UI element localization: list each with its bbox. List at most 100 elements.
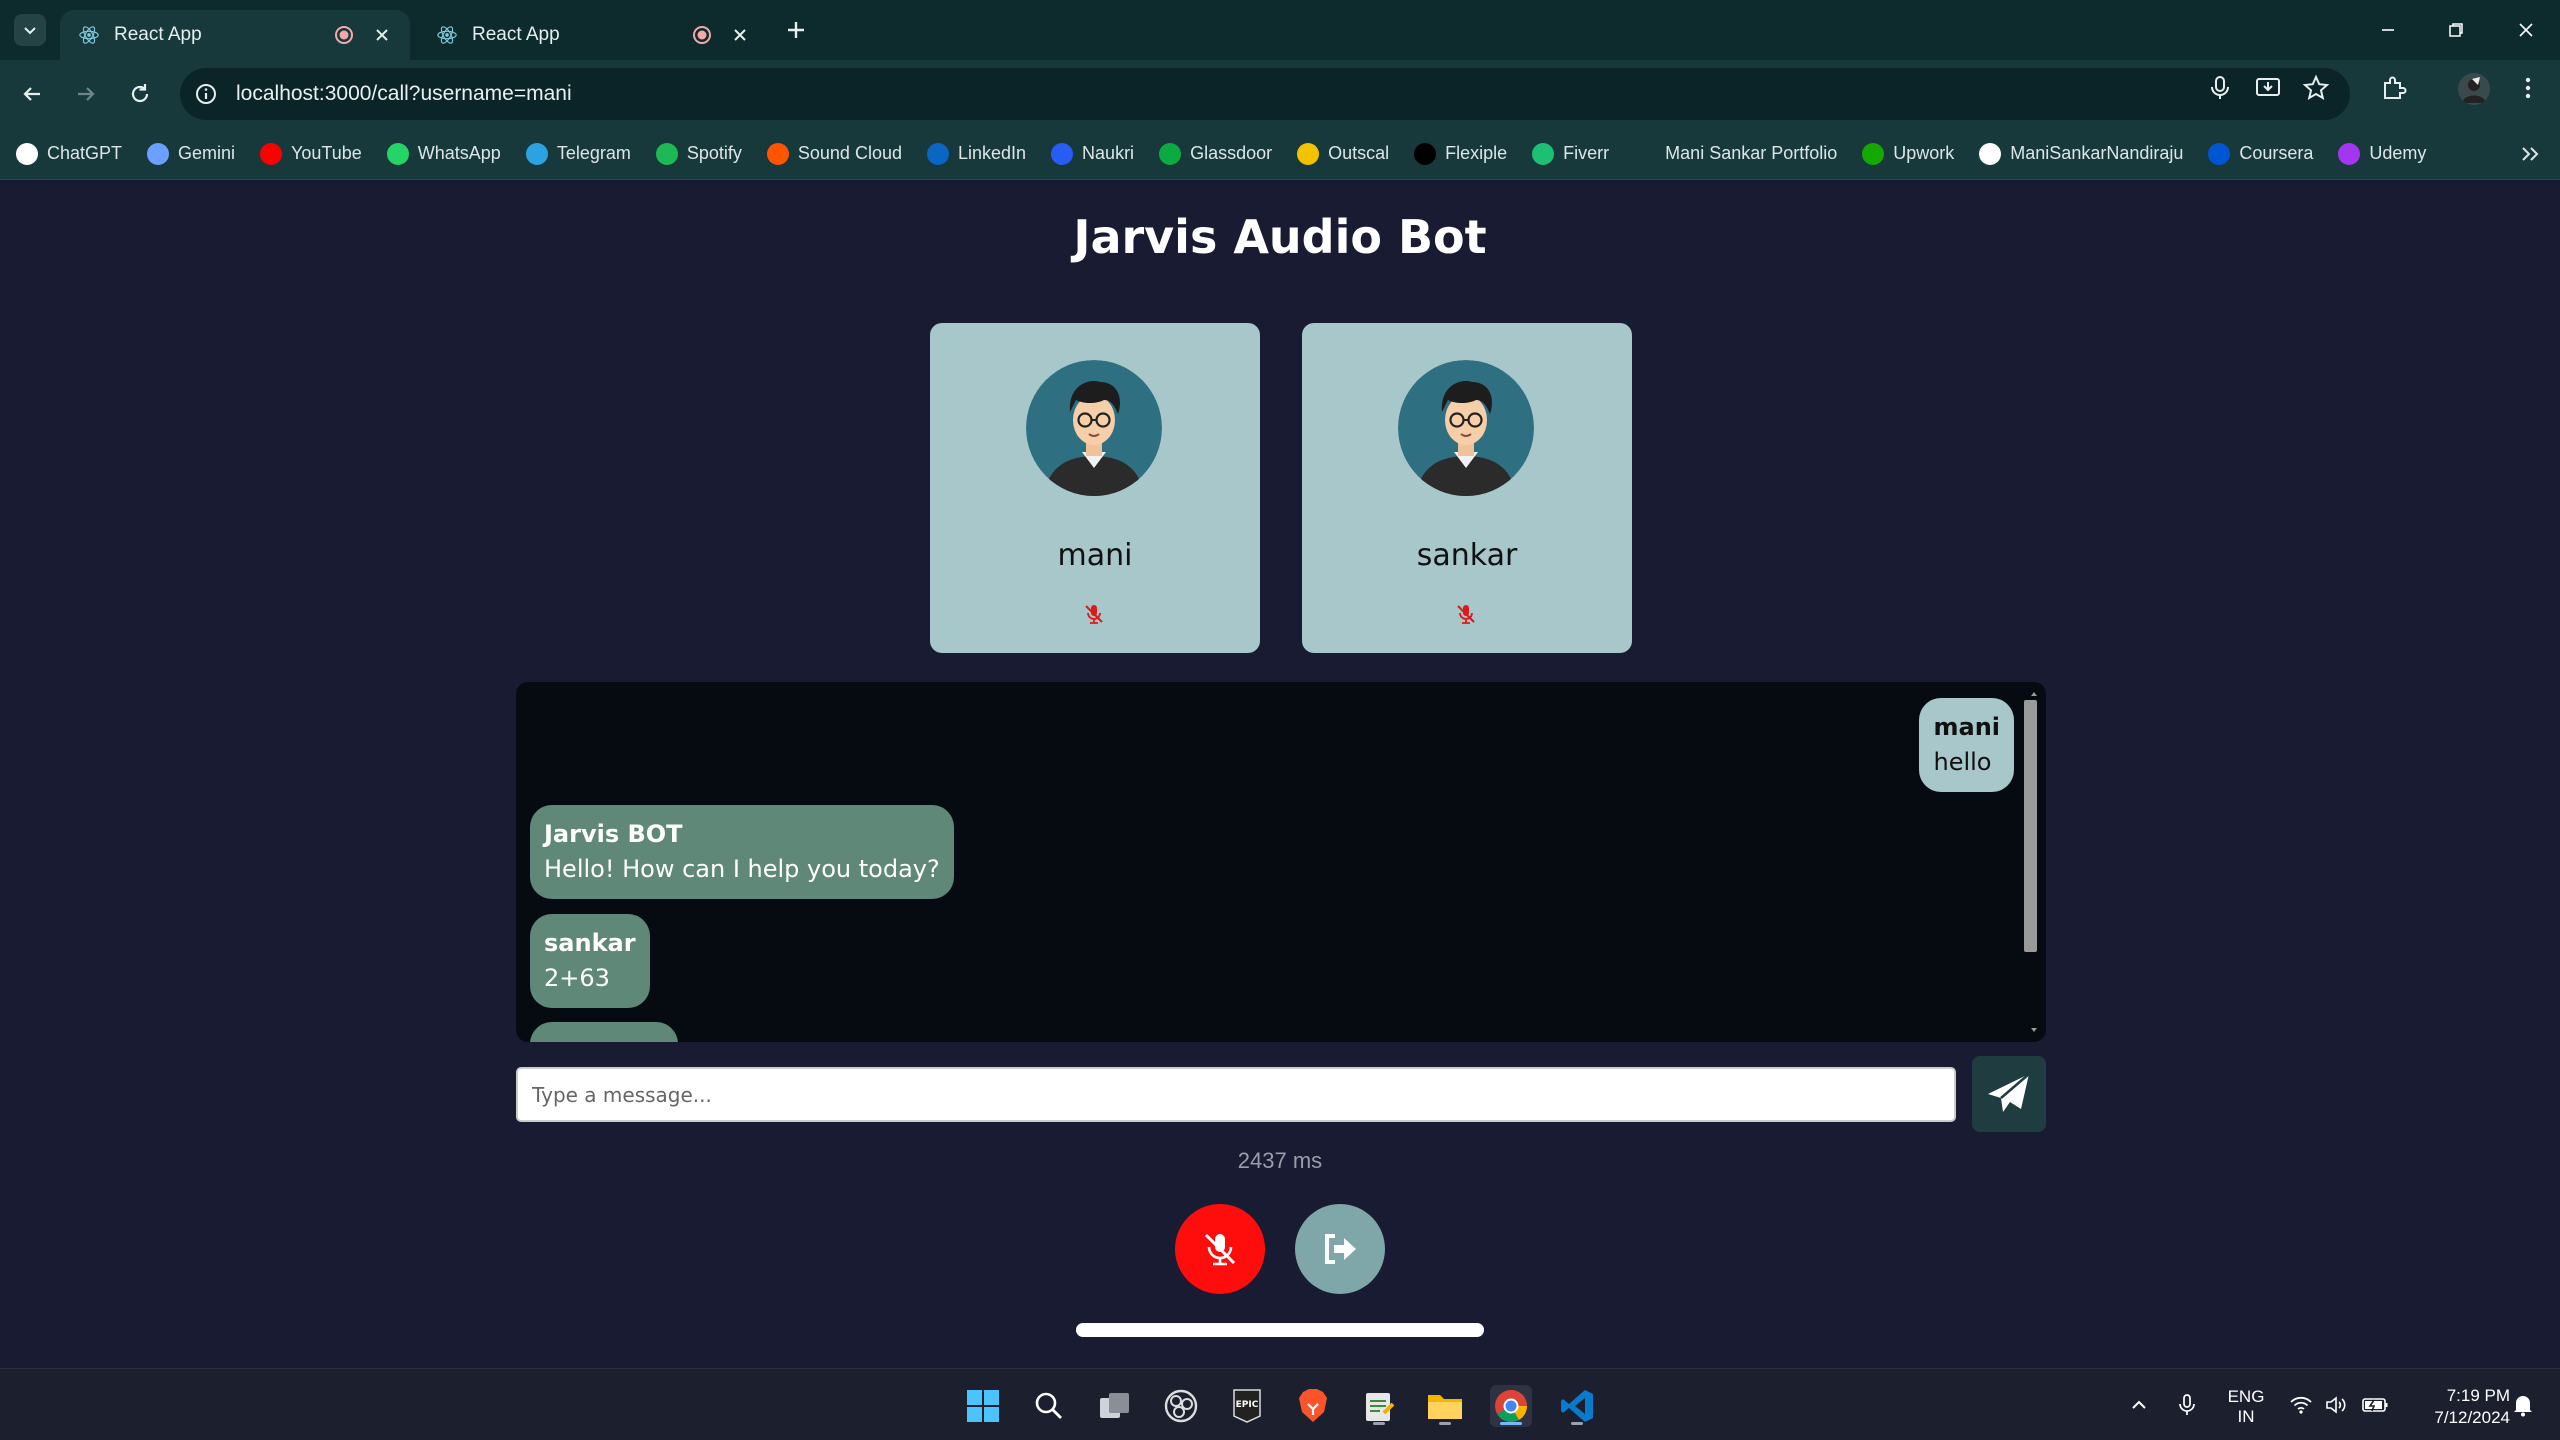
coursera-icon (2208, 142, 2231, 165)
kebab-menu-icon[interactable] (2514, 74, 2542, 102)
address-bar[interactable]: localhost:3000/call?username=mani (180, 68, 2350, 120)
tray-volume[interactable] (2322, 1369, 2352, 1440)
bookmark-label: Outscal (1328, 143, 1390, 163)
taskbar-search-button[interactable] (1028, 1385, 1070, 1427)
search-icon (1035, 1392, 1062, 1419)
bookmark-label: Sound Cloud (797, 143, 902, 163)
bookmark-flexiple[interactable]: Flexiple (1414, 142, 1508, 165)
bookmark-label: Mani Sankar Portfolio (1665, 143, 1838, 163)
user-avatar-icon (1398, 360, 1534, 496)
clock-date: 7/12/2024 (2434, 1408, 2510, 1427)
taskbar-file-explorer-app[interactable] (1424, 1385, 1466, 1427)
bookmark-spotify[interactable]: Spotify (655, 142, 742, 165)
tab-react-app-1[interactable]: React App (60, 10, 410, 60)
taskbar-brave-app[interactable] (1292, 1385, 1334, 1427)
react-icon (79, 26, 99, 44)
scroll-up-arrow-icon[interactable] (2031, 692, 2037, 696)
bookmark-upwork[interactable]: Upwork (1862, 142, 1954, 165)
tray-overflow-button[interactable] (2124, 1369, 2154, 1440)
bookmark-glassdoor[interactable]: Glassdoor (1159, 142, 1272, 165)
taskbar-epic-games-app[interactable]: EPIC (1226, 1385, 1268, 1427)
bookmark-gemini[interactable]: Gemini (147, 142, 236, 165)
browser-tab-bar: React App React App (0, 0, 2560, 60)
vscode-icon (1561, 1390, 1593, 1422)
scrollbar-thumb[interactable] (2024, 700, 2037, 952)
tray-microphone[interactable] (2172, 1369, 2202, 1440)
bookmark-mani-sankar-portfolio[interactable]: Mani Sankar Portfolio (1634, 142, 1838, 165)
close-window-button[interactable] (2510, 14, 2542, 46)
participant-name: sankar (1416, 538, 1518, 573)
profile-icon (2462, 77, 2486, 103)
region-code: IN (2237, 1407, 2255, 1426)
mic-off-icon (1204, 1233, 1236, 1266)
bookmark-chatgpt[interactable]: ChatGPT (16, 142, 122, 165)
close-icon[interactable] (372, 25, 392, 45)
bookmark-whatsapp[interactable]: WhatsApp (386, 142, 501, 165)
bookmark-udemy[interactable]: Udemy (2338, 142, 2427, 165)
mic-off-icon (1085, 605, 1103, 624)
bookmark-label: Gemini (178, 143, 236, 163)
windows-start-icon (967, 1390, 999, 1422)
tab-search-button[interactable] (14, 14, 46, 46)
bookmark-coursera[interactable]: Coursera (2208, 142, 2313, 165)
task-view-button[interactable] (1094, 1385, 1136, 1427)
bookmark-naukri[interactable]: Naukri (1051, 142, 1134, 165)
taskbar-chrome-app[interactable] (1490, 1385, 1532, 1427)
bookmark-sound-cloud[interactable]: Sound Cloud (766, 142, 902, 165)
minimize-button[interactable] (2372, 14, 2404, 46)
site-info-icon[interactable] (194, 82, 218, 106)
taskbar-clock[interactable]: 7:19 PM 7/12/2024 (2400, 1385, 2510, 1429)
naukri-icon (1051, 142, 1074, 165)
bookmark-telegram[interactable]: Telegram (525, 142, 631, 165)
message-sender: Jarvis BOT (544, 820, 683, 848)
close-icon (2519, 23, 2533, 37)
back-button[interactable] (14, 76, 50, 112)
star-bookmark-icon[interactable] (2302, 74, 2330, 102)
bookmark-youtube[interactable]: YouTube (260, 142, 362, 165)
language-code: ENG (2227, 1387, 2265, 1406)
send-button[interactable] (1972, 1056, 2046, 1132)
taskbar-notepad-app[interactable] (1358, 1385, 1400, 1427)
restore-button[interactable] (2440, 14, 2472, 46)
udemy-icon (2338, 142, 2361, 165)
chat-message-bot: Jarvis BOT Hello! How can I help you tod… (530, 805, 954, 899)
message-input[interactable] (516, 1067, 1956, 1122)
extensions-icon[interactable] (2380, 74, 2408, 102)
bookmark-label: Flexiple (1445, 143, 1508, 163)
chat-log[interactable]: mani hello Jarvis BOT Hello! How can I h… (516, 682, 2046, 1042)
message-text: 2+63 (544, 964, 610, 992)
tray-battery[interactable] (2358, 1369, 2392, 1440)
gemini-icon (147, 142, 170, 165)
bookmark-label: Udemy (2369, 143, 2427, 163)
forward-button[interactable] (68, 76, 104, 112)
language-indicator[interactable]: ENG IN (2226, 1387, 2266, 1427)
chatgpt-icon (16, 142, 38, 165)
recording-icon (335, 26, 353, 44)
bookmark-outscal[interactable]: Outscal (1297, 142, 1390, 165)
taskbar-obs-app[interactable] (1160, 1385, 1202, 1427)
tray-wifi[interactable] (2286, 1369, 2316, 1440)
close-icon[interactable] (730, 25, 750, 45)
notifications-button[interactable] (2506, 1369, 2540, 1440)
chevron-double-right-icon[interactable] (2518, 142, 2542, 166)
mute-toggle-button[interactable] (1175, 1204, 1265, 1294)
start-button[interactable] (962, 1385, 1004, 1427)
install-app-icon[interactable] (2254, 74, 2282, 102)
profile-avatar[interactable] (2458, 73, 2490, 105)
bookmark-manisankarnandiraju[interactable]: ManiSankarNandiraju (1979, 142, 2183, 165)
bookmark-linkedin[interactable]: LinkedIn (926, 142, 1026, 165)
scroll-down-arrow-icon[interactable] (2031, 1028, 2037, 1032)
volume-icon (2326, 1396, 2346, 1414)
microphone-icon[interactable] (2206, 74, 2234, 102)
tab-react-app-2[interactable]: React App (418, 10, 768, 60)
soundcloud-icon (766, 142, 789, 165)
chat-message-other: sankar 2+63 (530, 914, 650, 1008)
github-icon (1979, 142, 2002, 165)
bookmark-fiverr[interactable]: Fiverr (1532, 142, 1609, 165)
telegram-icon (525, 142, 548, 165)
bookmark-label: Spotify (686, 143, 742, 163)
taskbar-vscode-app[interactable] (1556, 1385, 1598, 1427)
reload-button[interactable] (122, 76, 158, 112)
new-tab-plus-icon[interactable] (782, 16, 810, 44)
leave-call-button[interactable] (1295, 1204, 1385, 1294)
